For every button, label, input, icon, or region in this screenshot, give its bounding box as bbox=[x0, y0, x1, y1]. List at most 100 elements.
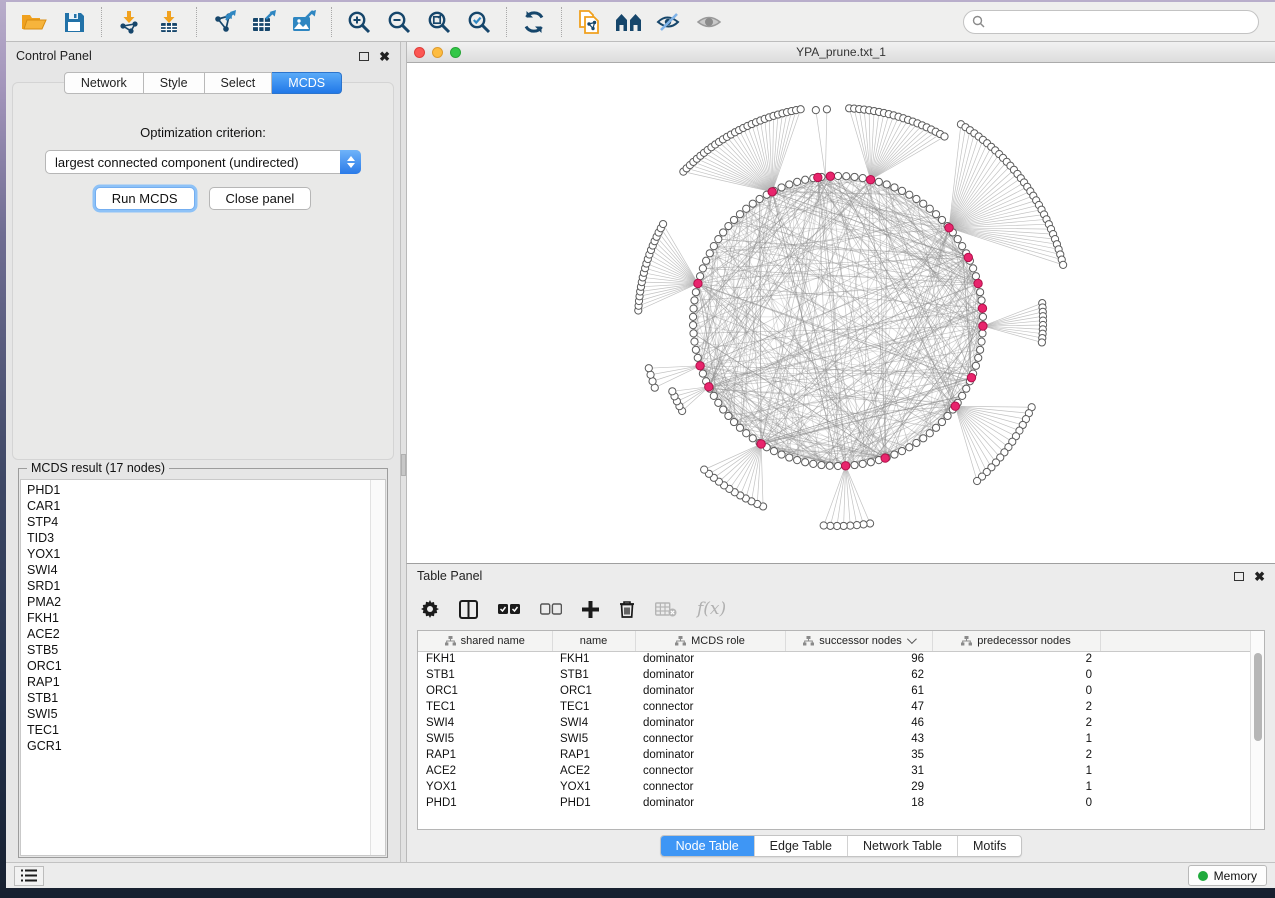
graph-node[interactable] bbox=[778, 184, 785, 191]
graph-node[interactable] bbox=[853, 522, 860, 529]
graph-node[interactable] bbox=[689, 313, 696, 320]
graph-node[interactable] bbox=[820, 522, 827, 529]
mcds-result-item[interactable]: SRD1 bbox=[27, 578, 370, 594]
close-panel-button[interactable]: Close panel bbox=[209, 187, 312, 210]
column-header-shared-name[interactable]: shared name bbox=[418, 631, 552, 651]
table-row[interactable]: SWI4SWI4dominator462 bbox=[418, 715, 1250, 731]
graph-node[interactable] bbox=[926, 430, 933, 437]
graph-node[interactable] bbox=[736, 424, 743, 431]
open-file-button[interactable] bbox=[14, 5, 54, 39]
graph-node[interactable] bbox=[694, 354, 701, 361]
graph-node[interactable] bbox=[692, 289, 699, 296]
run-mcds-button[interactable]: Run MCDS bbox=[95, 187, 195, 210]
mcds-graph-node[interactable] bbox=[757, 440, 765, 448]
graph-node[interactable] bbox=[1038, 339, 1045, 346]
select-all-rows-button[interactable] bbox=[498, 603, 520, 615]
mcds-result-item[interactable]: RAP1 bbox=[27, 674, 370, 690]
mcds-graph-node[interactable] bbox=[979, 322, 987, 330]
graph-node[interactable] bbox=[977, 346, 984, 353]
export-table-button[interactable] bbox=[244, 5, 284, 39]
import-network-button[interactable] bbox=[109, 5, 149, 39]
graph-node[interactable] bbox=[866, 520, 873, 527]
deselect-all-rows-button[interactable] bbox=[540, 603, 562, 615]
graph-node[interactable] bbox=[690, 305, 697, 312]
export-network-button[interactable] bbox=[204, 5, 244, 39]
table-row[interactable]: STB1STB1dominator620 bbox=[418, 667, 1250, 683]
graph-node[interactable] bbox=[975, 354, 982, 361]
tab-mcds[interactable]: MCDS bbox=[272, 72, 342, 94]
create-column-button[interactable] bbox=[582, 601, 599, 618]
graph-node[interactable] bbox=[932, 211, 939, 218]
graph-node[interactable] bbox=[972, 273, 979, 280]
graph-node[interactable] bbox=[786, 454, 793, 461]
graph-node[interactable] bbox=[715, 399, 722, 406]
graph-node[interactable] bbox=[743, 205, 750, 212]
column-header-successor-nodes[interactable]: successor nodes bbox=[785, 631, 932, 651]
float-panel-icon[interactable] bbox=[359, 52, 369, 61]
graph-node[interactable] bbox=[710, 243, 717, 250]
task-history-button[interactable] bbox=[14, 866, 44, 886]
graph-node[interactable] bbox=[690, 330, 697, 337]
delete-table-button[interactable] bbox=[655, 602, 677, 617]
graph-node[interactable] bbox=[938, 418, 945, 425]
mcds-result-item[interactable]: STP4 bbox=[27, 514, 370, 530]
float-table-panel-icon[interactable] bbox=[1234, 572, 1244, 581]
graph-node[interactable] bbox=[972, 362, 979, 369]
graph-node[interactable] bbox=[959, 392, 966, 399]
splitter-handle[interactable] bbox=[401, 454, 406, 476]
graph-node[interactable] bbox=[691, 297, 698, 304]
tab-select[interactable]: Select bbox=[205, 72, 273, 94]
mcds-graph-node[interactable] bbox=[945, 224, 953, 232]
table-settings-button[interactable] bbox=[421, 600, 439, 618]
mcds-list-scrollbar[interactable] bbox=[370, 480, 385, 855]
graph-node[interactable] bbox=[720, 406, 727, 413]
graph-node[interactable] bbox=[979, 330, 986, 337]
table-row[interactable]: PHD1PHD1dominator180 bbox=[418, 795, 1250, 811]
graph-node[interactable] bbox=[898, 448, 905, 455]
mcds-graph-node[interactable] bbox=[841, 462, 849, 470]
mcds-graph-node[interactable] bbox=[705, 383, 713, 391]
graph-node[interactable] bbox=[710, 392, 717, 399]
memory-button[interactable]: Memory bbox=[1188, 865, 1267, 886]
tab-motifs[interactable]: Motifs bbox=[957, 836, 1021, 856]
graph-node[interactable] bbox=[736, 211, 743, 218]
mcds-graph-node[interactable] bbox=[694, 279, 702, 287]
search-input[interactable] bbox=[991, 15, 1250, 29]
graph-node[interactable] bbox=[883, 181, 890, 188]
graph-node[interactable] bbox=[859, 460, 866, 467]
graph-node[interactable] bbox=[699, 265, 706, 272]
graph-node[interactable] bbox=[834, 462, 841, 469]
mcds-graph-node[interactable] bbox=[826, 172, 834, 180]
graph-node[interactable] bbox=[970, 265, 977, 272]
mcds-result-item[interactable]: CAR1 bbox=[27, 498, 370, 514]
table-scrollbar-thumb[interactable] bbox=[1254, 653, 1262, 741]
network-canvas[interactable] bbox=[407, 63, 1275, 563]
graph-node[interactable] bbox=[833, 522, 840, 529]
table-row[interactable]: ORC1ORC1dominator610 bbox=[418, 683, 1250, 699]
table-row[interactable]: TEC1TEC1connector472 bbox=[418, 699, 1250, 715]
graph-node[interactable] bbox=[891, 184, 898, 191]
graph-node[interactable] bbox=[920, 200, 927, 207]
graph-node[interactable] bbox=[860, 521, 867, 528]
graph-node[interactable] bbox=[770, 448, 777, 455]
mcds-result-item[interactable]: PHD1 bbox=[27, 482, 370, 498]
graph-node[interactable] bbox=[645, 365, 652, 372]
table-scrollbar[interactable] bbox=[1250, 631, 1264, 829]
mcds-result-item[interactable]: STB5 bbox=[27, 642, 370, 658]
graph-node[interactable] bbox=[834, 172, 841, 179]
mcds-result-item[interactable]: SWI5 bbox=[27, 706, 370, 722]
graph-node[interactable] bbox=[959, 243, 966, 250]
table-row[interactable]: SWI5SWI5connector431 bbox=[418, 731, 1250, 747]
refresh-layout-button[interactable] bbox=[514, 5, 554, 39]
tab-node-table[interactable]: Node Table bbox=[661, 836, 754, 856]
zoom-fit-button[interactable] bbox=[419, 5, 459, 39]
graph-node[interactable] bbox=[647, 371, 654, 378]
graph-node[interactable] bbox=[859, 175, 866, 182]
table-row[interactable]: RAP1RAP1dominator352 bbox=[418, 747, 1250, 763]
graph-node[interactable] bbox=[932, 424, 939, 431]
graph-node[interactable] bbox=[725, 222, 732, 229]
graph-node[interactable] bbox=[802, 176, 809, 183]
graph-node[interactable] bbox=[689, 322, 696, 329]
table-row[interactable]: FKH1FKH1dominator962 bbox=[418, 651, 1250, 667]
graph-node[interactable] bbox=[954, 236, 961, 243]
